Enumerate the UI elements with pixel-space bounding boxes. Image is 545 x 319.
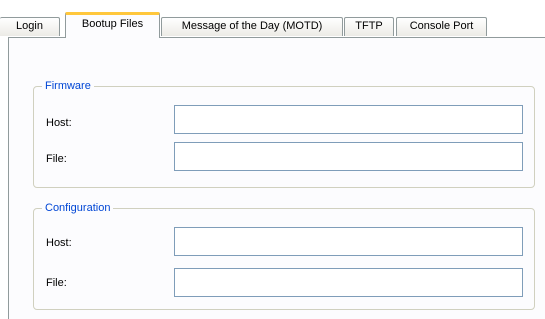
- firmware-host-label: Host:: [46, 117, 72, 129]
- firmware-file-input[interactable]: [174, 142, 523, 171]
- configuration-group: Configuration Host: File:: [33, 201, 535, 310]
- firmware-file-label: File:: [46, 153, 67, 165]
- configuration-host-label: Host:: [46, 237, 72, 249]
- firmware-host-input[interactable]: [174, 105, 523, 134]
- configuration-file-input[interactable]: [174, 268, 523, 297]
- tab-console-port[interactable]: Console Port: [396, 17, 487, 36]
- tab-motd[interactable]: Message of the Day (MOTD): [161, 17, 343, 36]
- tab-login[interactable]: Login: [0, 17, 60, 36]
- firmware-group: Firmware Host: File:: [33, 79, 535, 188]
- tab-strip: Login Bootup Files Message of the Day (M…: [0, 0, 545, 42]
- tab-tftp[interactable]: TFTP: [344, 17, 394, 36]
- firmware-legend: Firmware: [42, 79, 94, 93]
- configuration-file-label: File:: [46, 277, 67, 289]
- configuration-legend: Configuration: [42, 201, 114, 215]
- tab-bootup-files[interactable]: Bootup Files: [65, 12, 160, 38]
- configuration-host-input[interactable]: [174, 227, 523, 256]
